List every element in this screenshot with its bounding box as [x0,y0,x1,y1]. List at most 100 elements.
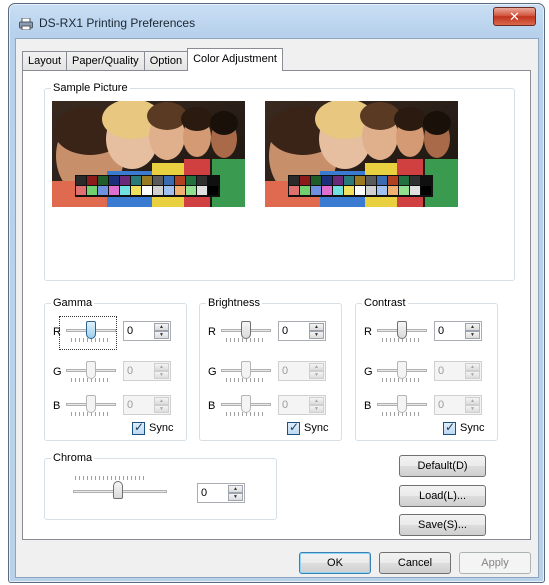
contrast-label: Contrast [362,297,408,309]
spin-up-icon[interactable]: ▲ [154,323,169,331]
sample-picture-group: Sample Picture [44,82,515,281]
brightness-sync-label: Sync [304,422,329,434]
dialog-client-area: Layout Paper/Quality Option Color Adjust… [15,38,539,578]
brightness-r-label: R [208,326,216,338]
gamma-b-slider[interactable] [86,395,96,413]
spin-up-icon[interactable]: ▲ [309,397,324,405]
checkbox-checked-icon[interactable] [132,420,145,435]
gamma-b-label: B [53,400,61,412]
tab-color-adjustment[interactable]: Color Adjustment [187,48,283,71]
brightness-b-label: B [208,400,216,412]
color-swatch [388,176,398,185]
title-bar[interactable]: DS-RX1 Printing Preferences ✕ [9,4,544,40]
cancel-button[interactable]: Cancel [379,552,451,574]
checkbox-checked-icon[interactable] [287,420,300,435]
color-swatch [197,176,207,185]
gamma-r-spinner[interactable]: 0 ▲ ▼ [123,321,171,341]
spin-up-icon[interactable]: ▲ [154,397,169,405]
color-swatch [355,176,365,185]
contrast-b-slider[interactable] [397,395,407,413]
printing-preferences-window: DS-RX1 Printing Preferences ✕ Layout Pap… [8,3,545,583]
color-swatch-chart-adjusted [288,175,433,197]
spin-down-icon[interactable]: ▼ [228,493,243,501]
color-swatch-chart [75,175,220,197]
gamma-b-spinner[interactable]: 0 ▲ ▼ [123,395,171,415]
color-swatch [410,186,420,195]
spin-up-icon[interactable]: ▲ [309,363,324,371]
brightness-g-spinner[interactable]: 0 ▲ ▼ [278,361,326,381]
contrast-r-value: 0 [438,325,445,337]
brightness-g-slider[interactable] [241,361,251,379]
contrast-r-spinner[interactable]: 0 ▲ ▼ [434,321,482,341]
gamma-g-row: G 0 ▲ ▼ [53,361,183,385]
brightness-b-slider[interactable] [241,395,251,413]
chroma-slider[interactable] [113,481,123,499]
tab-option[interactable]: Option [143,51,189,71]
tab-layout[interactable]: Layout [22,51,68,71]
color-swatch [131,186,141,195]
spin-up-icon[interactable]: ▲ [465,363,480,371]
chroma-value: 0 [201,487,208,499]
color-swatch [98,176,108,185]
gamma-g-slider[interactable] [86,361,96,379]
color-swatch [208,176,218,185]
gamma-r-value: 0 [127,325,134,337]
contrast-sync-checkbox[interactable]: Sync [443,420,493,436]
spin-down-icon[interactable]: ▼ [154,331,169,339]
save-button[interactable]: Save(S)... [399,514,486,536]
default-button[interactable]: Default(D) [399,455,486,477]
contrast-g-spinner[interactable]: 0 ▲ ▼ [434,361,482,381]
spin-down-icon[interactable]: ▼ [465,405,480,413]
color-swatch [175,186,185,195]
close-button[interactable]: ✕ [493,7,536,26]
color-swatch [153,186,163,195]
load-button[interactable]: Load(L)... [399,485,486,507]
checkbox-checked-icon[interactable] [443,420,456,435]
contrast-sync-label: Sync [460,422,485,434]
gamma-g-spinner[interactable]: 0 ▲ ▼ [123,361,171,381]
color-swatch [333,176,343,185]
brightness-r-spinner[interactable]: 0 ▲ ▼ [278,321,326,341]
color-swatch [186,186,196,195]
color-swatch [399,176,409,185]
color-swatch [87,176,97,185]
spin-up-icon[interactable]: ▲ [465,323,480,331]
contrast-r-slider[interactable] [397,321,407,339]
spin-down-icon[interactable]: ▼ [309,371,324,379]
contrast-g-slider[interactable] [397,361,407,379]
color-swatch [344,176,354,185]
spin-down-icon[interactable]: ▼ [154,371,169,379]
gamma-sync-label: Sync [149,422,174,434]
spin-down-icon[interactable]: ▼ [154,405,169,413]
spin-down-icon[interactable]: ▼ [309,331,324,339]
color-swatch [366,176,376,185]
spin-down-icon[interactable]: ▼ [309,405,324,413]
chroma-ticks [75,476,147,480]
spin-up-icon[interactable]: ▲ [154,363,169,371]
color-swatch [175,176,185,185]
chroma-spinner[interactable]: 0 ▲ ▼ [197,483,245,503]
brightness-b-spinner[interactable]: 0 ▲ ▼ [278,395,326,415]
gamma-r-slider[interactable] [86,321,96,339]
sample-photo [52,101,245,207]
color-swatch [322,186,332,195]
tab-paper-quality[interactable]: Paper/Quality [66,51,145,71]
apply-button[interactable]: Apply [459,552,531,574]
color-swatch [377,176,387,185]
spin-down-icon[interactable]: ▼ [465,331,480,339]
spin-up-icon[interactable]: ▲ [228,485,243,493]
spin-down-icon[interactable]: ▼ [465,371,480,379]
brightness-sync-checkbox[interactable]: Sync [287,420,337,436]
brightness-r-slider[interactable] [241,321,251,339]
sample-image-adjusted [265,101,458,207]
contrast-b-spinner[interactable]: 0 ▲ ▼ [434,395,482,415]
brightness-b-value: 0 [282,399,289,411]
gamma-sync-checkbox[interactable]: Sync [132,420,182,436]
brightness-g-label: G [208,366,217,378]
color-swatch [421,186,431,195]
ok-button[interactable]: OK [299,552,371,574]
color-swatch [186,176,196,185]
color-swatch [197,186,207,195]
spin-up-icon[interactable]: ▲ [465,397,480,405]
spin-up-icon[interactable]: ▲ [309,323,324,331]
